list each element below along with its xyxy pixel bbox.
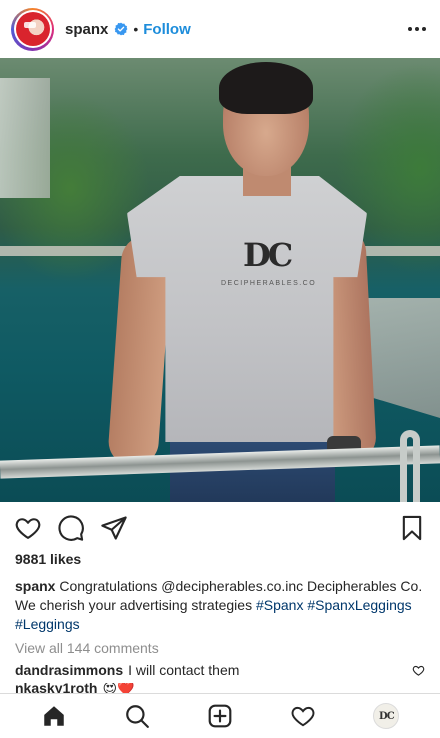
- view-all-comments-link[interactable]: View all 144 comments: [15, 640, 159, 656]
- profile-avatar-ring[interactable]: [11, 7, 54, 51]
- share-icon[interactable]: [100, 514, 128, 542]
- more-dot: [422, 27, 426, 31]
- profile-avatar[interactable]: DC: [373, 703, 400, 729]
- more-options-icon[interactable]: [408, 27, 426, 31]
- more-dot: [415, 27, 419, 31]
- shirt-logo-text: DECIPHERABLES.CO: [221, 280, 317, 287]
- post-actions: [0, 505, 440, 551]
- model-hair: [219, 62, 313, 114]
- comment-icon[interactable]: [57, 514, 85, 542]
- shirt-logo-mark: DC: [243, 236, 293, 274]
- activity-icon[interactable]: [290, 703, 316, 729]
- comment-text: I will contact them: [128, 662, 240, 678]
- model-figure: DC DECIPHERABLES.CO: [107, 58, 385, 502]
- more-dot: [408, 27, 412, 31]
- comment-username[interactable]: nkasky1roth: [15, 683, 97, 693]
- profile-avatar-image: [15, 12, 50, 46]
- hashtag-link[interactable]: #SpanxLeggings: [307, 597, 411, 613]
- heart-icon[interactable]: [14, 514, 42, 542]
- search-icon[interactable]: [124, 703, 150, 729]
- comment-row: dandrasimmons I will contact them: [15, 662, 425, 678]
- post-header: spanx • Follow: [0, 0, 440, 58]
- profile-avatar-frame: [13, 10, 52, 48]
- bookmark-icon[interactable]: [398, 514, 426, 542]
- caption-username[interactable]: spanx: [15, 578, 55, 594]
- background-building: [0, 78, 50, 198]
- bottom-navigation: DC: [0, 693, 440, 738]
- comment-username[interactable]: dandrasimmons: [15, 662, 123, 678]
- follow-button[interactable]: Follow: [143, 21, 191, 38]
- comment-text: 😍❤️: [102, 683, 135, 693]
- hashtag-link[interactable]: #Leggings: [15, 616, 80, 632]
- post-username[interactable]: spanx: [65, 21, 108, 38]
- post-photo[interactable]: DC DECIPHERABLES.CO: [0, 58, 440, 502]
- new-post-icon[interactable]: [207, 703, 233, 729]
- hashtag-link[interactable]: #Spanx: [256, 597, 303, 613]
- comment-like-icon[interactable]: [412, 664, 425, 677]
- likes-count[interactable]: 9881 likes: [15, 551, 81, 567]
- header-separator: •: [133, 21, 139, 37]
- post-caption: spanx Congratulations @decipherables.co.…: [15, 577, 425, 634]
- verified-badge-icon: [114, 22, 128, 36]
- comment-row: nkasky1roth 😍❤️: [15, 683, 425, 693]
- pool-rail-post: [400, 430, 420, 502]
- home-icon[interactable]: [41, 703, 67, 729]
